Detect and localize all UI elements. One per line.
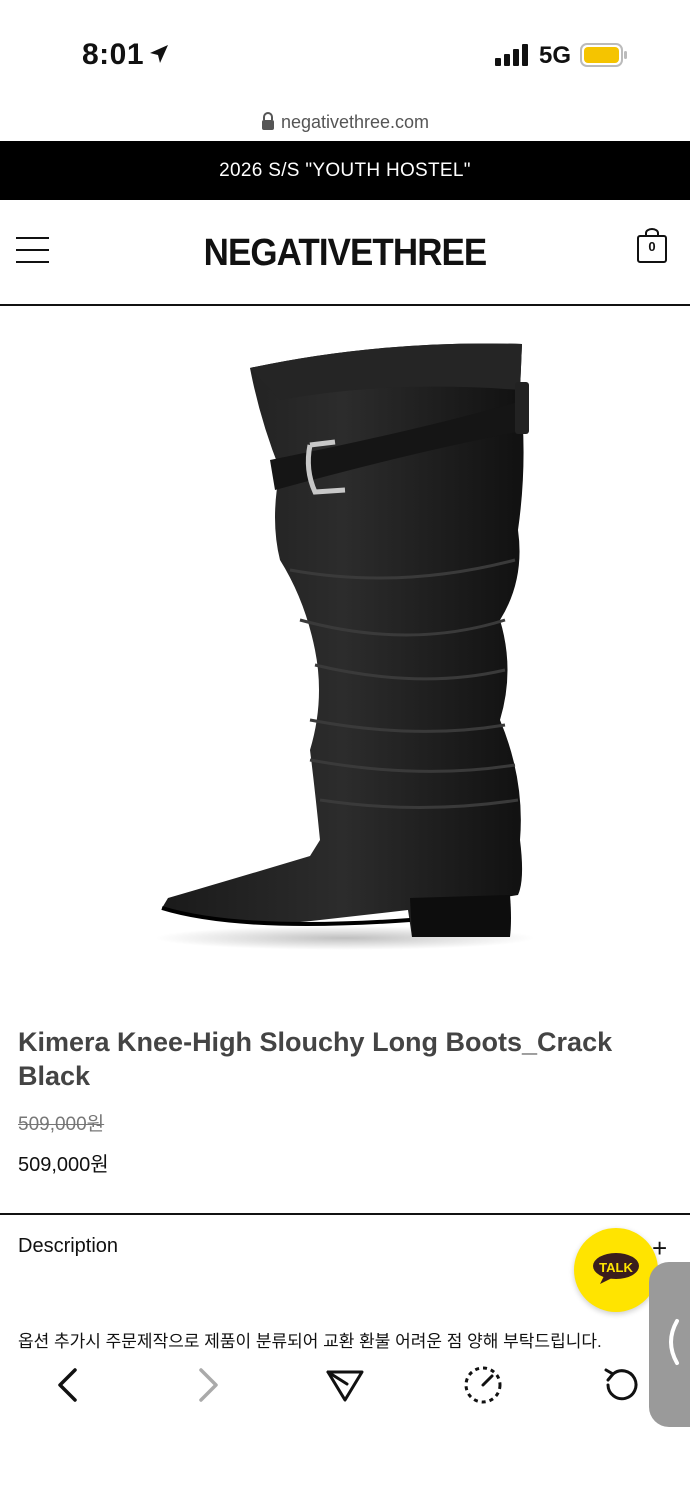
chevron-left-icon	[669, 1319, 679, 1365]
section-divider	[0, 1213, 690, 1215]
lock-icon	[261, 112, 274, 130]
site-logo[interactable]: NEGATIVETHREE	[28, 232, 663, 275]
side-panel-tab[interactable]	[649, 1262, 690, 1427]
forward-icon[interactable]	[186, 1364, 228, 1406]
product-image[interactable]	[120, 320, 570, 960]
status-bar: 8:01 5G	[0, 0, 690, 100]
speed-icon[interactable]	[462, 1364, 504, 1406]
reload-icon[interactable]	[600, 1364, 642, 1406]
product-title: Kimera Knee-High Slouchy Long Boots_Crac…	[18, 1027, 613, 1091]
talk-label: TALK	[599, 1260, 633, 1275]
status-time: 8:01	[82, 38, 145, 71]
location-arrow-icon	[150, 45, 168, 63]
original-price: 509,000원	[18, 1114, 105, 1135]
description-toggle[interactable]: Description	[18, 1235, 118, 1258]
kakao-talk-button[interactable]: TALK	[574, 1228, 658, 1312]
back-icon[interactable]	[48, 1364, 90, 1406]
announcement-banner[interactable]: 2026 S/S "YOUTH HOSTEL"	[0, 141, 690, 200]
network-type: 5G	[539, 42, 572, 69]
battery-icon	[580, 43, 627, 67]
browser-toolbar	[0, 1350, 640, 1420]
site-header: NEGATIVETHREE 0	[0, 200, 690, 306]
address-bar[interactable]: negativethree.com	[0, 112, 690, 138]
cellular-signal-icon	[495, 44, 528, 66]
url-text: negativethree.com	[280, 112, 430, 132]
cart-count: 0	[648, 239, 656, 254]
order-notice: 옵션 추가시 주문제작으로 제품이 분류되어 교환 환불 어려운 점 양해 부탁…	[18, 1332, 602, 1349]
share-icon[interactable]	[324, 1364, 366, 1406]
current-price: 509,000원	[18, 1154, 109, 1176]
